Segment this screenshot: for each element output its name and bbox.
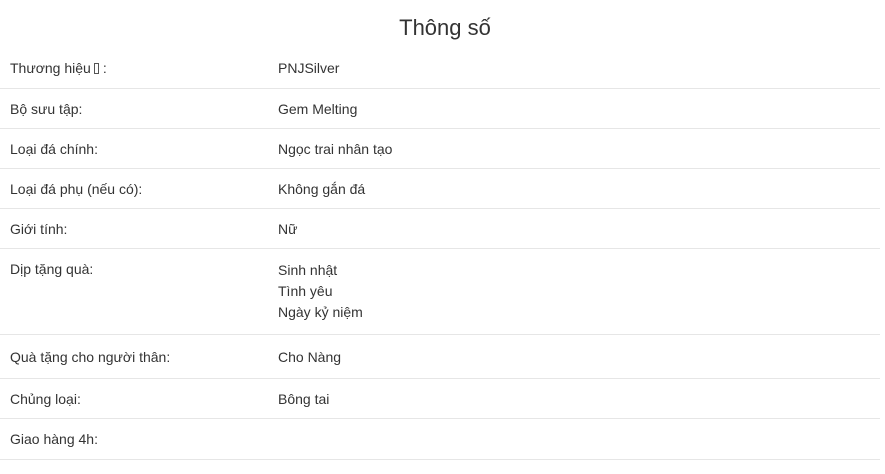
spec-value-main-stone: Ngọc trai nhân tạo [278,139,392,160]
spec-value-gift-occasion: Sinh nhật Tình yêu Ngày kỷ niệm [278,260,363,323]
spec-row-main-stone: Loại đá chính: Ngọc trai nhân tạo [0,129,880,169]
spec-value-line: Sinh nhật [278,262,338,278]
spec-label-suffix: : [102,60,107,76]
spec-row-secondary-stone: Loại đá phụ (nếu có): Không gắn đá [0,169,880,209]
info-icon [93,63,99,74]
spec-row-delivery-4h: Giao hàng 4h: [0,419,880,460]
spec-label-collection: Bộ sưu tập: [10,101,83,117]
spec-row-collection: Bộ sưu tập: Gem Melting [0,89,880,129]
spec-value-line: Không gắn đá [278,181,366,197]
spec-value-line: Tình yêu [278,283,333,299]
spec-label-main-stone: Loại đá chính: [10,141,98,157]
specifications-title: Thông số [399,15,491,40]
spec-value-gender: Nữ [278,219,297,240]
spec-value-gift-for-family: Cho Nàng [278,347,341,368]
spec-value-line: PNJSilver [278,60,340,76]
spec-row-brand: Thương hiệu: PNJSilver [0,48,880,89]
spec-label-gender: Giới tính: [10,221,68,237]
spec-value-brand: PNJSilver [278,58,339,79]
spec-value-category: Bông tai [278,389,329,410]
spec-row-category: Chủng loại: Bông tai [0,379,880,419]
spec-value-line: Nữ [278,221,298,237]
specifications-panel: Thông số Thương hiệu: PNJSilver Bộ sưu t… [0,0,885,474]
spec-value-line: Bông tai [278,391,330,407]
spec-value-line: Ngày kỷ niệm [278,304,363,320]
spec-value-line: Cho Nàng [278,349,342,365]
spec-label-secondary-stone: Loại đá phụ (nếu có): [10,181,143,197]
spec-label-gift-for-family: Quà tặng cho người thân: [10,349,171,365]
spec-value-secondary-stone: Không gắn đá [278,179,365,200]
spec-label-category: Chủng loại: [10,391,81,407]
spec-label-gift-occasion: Dịp tặng quà: [10,261,94,277]
spec-value-line: Gem Melting [278,101,358,117]
spec-label-brand: Thương hiệu: [10,58,107,78]
spec-list: Thương hiệu: PNJSilver Bộ sưu tập: Gem M… [0,48,880,460]
spec-row-gender: Giới tính: Nữ [0,209,880,249]
spec-row-gift-occasion: Dịp tặng quà: Sinh nhật Tình yêu Ngày kỷ… [0,249,880,335]
spec-value-collection: Gem Melting [278,99,357,120]
spec-label-text: Thương hiệu [10,60,91,76]
spec-label-delivery-4h: Giao hàng 4h: [10,431,98,447]
spec-value-line: Ngọc trai nhân tạo [278,141,393,157]
spec-row-gift-for-family: Quà tặng cho người thân: Cho Nàng [0,335,880,379]
